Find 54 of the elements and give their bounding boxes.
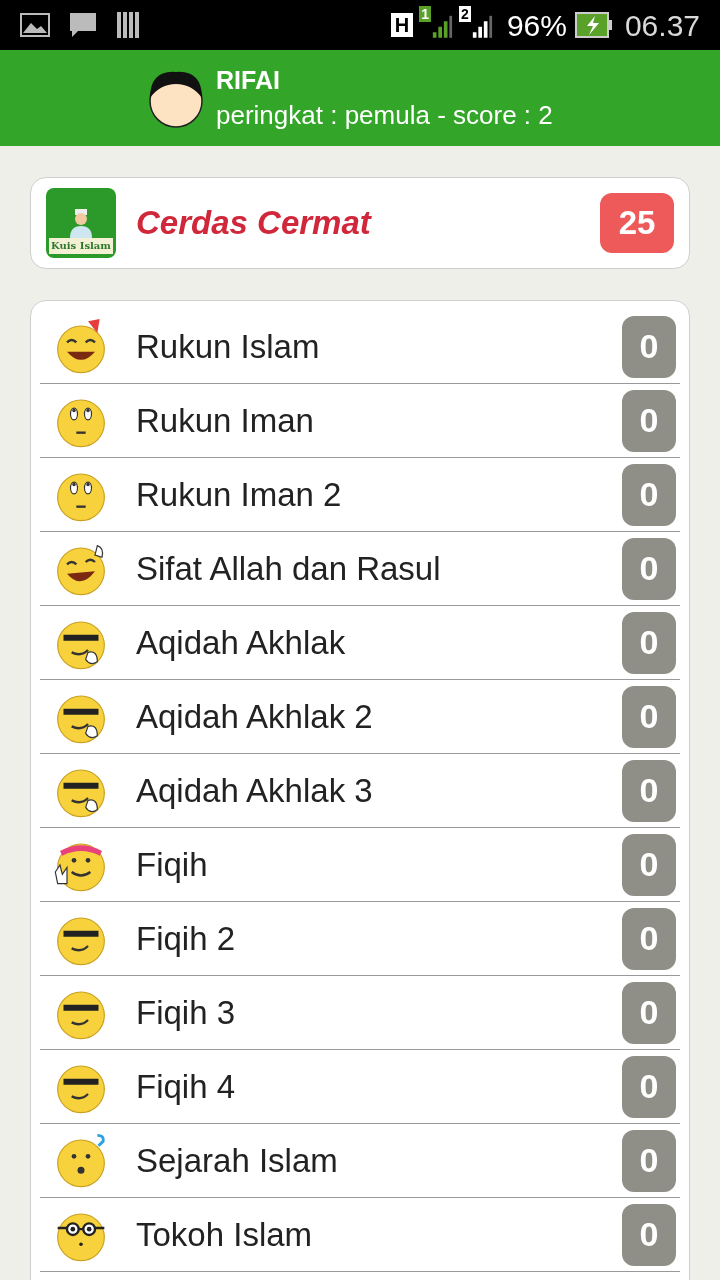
count-badge: 0 bbox=[622, 759, 676, 822]
network-type: H bbox=[390, 13, 414, 37]
category-card[interactable]: Kuis Islam Cerdas Cermat 25 bbox=[30, 177, 690, 269]
user-name: RIFAI bbox=[216, 65, 281, 96]
topic-label: Fiqih 4 bbox=[136, 1066, 237, 1107]
topic-label: Rukun Iman bbox=[136, 400, 315, 441]
topic-item[interactable]: Tokoh Islam 0 bbox=[40, 1198, 680, 1272]
topic-item[interactable]: Aqidah Akhlak 0 bbox=[40, 606, 680, 680]
count-badge: 0 bbox=[622, 389, 676, 452]
battery-charging-icon bbox=[574, 12, 613, 38]
topic-label: Sifat Allah dan Rasul bbox=[136, 548, 442, 589]
topic-item[interactable]: Sejarah Islam 0 bbox=[40, 1124, 680, 1198]
count-badge: 0 bbox=[622, 315, 676, 378]
topic-label: Fiqih 3 bbox=[136, 992, 237, 1033]
topic-item[interactable]: Aqidah Akhlak 2 0 bbox=[40, 680, 680, 754]
count-badge: 0 bbox=[622, 611, 676, 674]
clock: 06.37 bbox=[624, 7, 700, 44]
count-badge: 0 bbox=[622, 537, 676, 600]
topic-item[interactable]: Rukun Iman 0 bbox=[40, 384, 680, 458]
count-badge: 0 bbox=[622, 463, 676, 526]
count-badge: 0 bbox=[622, 1055, 676, 1118]
battery-percent: 96% bbox=[506, 7, 567, 44]
count-badge: 0 bbox=[622, 685, 676, 748]
logo-text: Kuis Islam bbox=[49, 238, 113, 254]
sim-label: 2 bbox=[459, 6, 471, 22]
bars-icon bbox=[116, 11, 142, 39]
chat-icon bbox=[68, 11, 98, 39]
user-rank: peringkat : pemula - score : 2 bbox=[216, 99, 553, 132]
topic-label: Aqidah Akhlak 3 bbox=[136, 770, 374, 811]
topic-item[interactable]: Aqidah Akhlak 3 0 bbox=[40, 754, 680, 828]
topic-item[interactable]: Rukun Iman 2 0 bbox=[40, 458, 680, 532]
topic-item[interactable]: Rukun Islam 0 bbox=[40, 310, 680, 384]
category-title: Cerdas Cermat bbox=[136, 203, 373, 244]
count-badge: 0 bbox=[622, 907, 676, 970]
topic-label: Fiqih 2 bbox=[136, 918, 237, 959]
topic-item[interactable]: Fiqih 4 0 bbox=[40, 1050, 680, 1124]
count-badge: 0 bbox=[622, 1203, 676, 1266]
count-badge: 25 bbox=[600, 193, 674, 253]
topic-item[interactable]: Sifat Allah dan Rasul 0 bbox=[40, 532, 680, 606]
topic-label: Tokoh Islam bbox=[136, 1214, 314, 1255]
topic-label: Aqidah Akhlak 2 bbox=[136, 696, 374, 737]
topic-label: Aqidah Akhlak bbox=[136, 622, 347, 663]
count-badge: 0 bbox=[622, 1129, 676, 1192]
topic-label: Rukun Iman 2 bbox=[136, 474, 343, 515]
topic-item[interactable]: Fiqih 3 0 bbox=[40, 976, 680, 1050]
count-badge: 0 bbox=[622, 833, 676, 896]
topic-label: Fiqih bbox=[136, 844, 209, 885]
topic-label: Sejarah Islam bbox=[136, 1140, 339, 1181]
topic-item[interactable]: Fiqih 2 0 bbox=[40, 902, 680, 976]
image-icon bbox=[20, 13, 50, 37]
count-badge: 0 bbox=[622, 981, 676, 1044]
topic-item[interactable]: Fiqih 0 bbox=[40, 828, 680, 902]
sim-label: 1 bbox=[419, 6, 432, 22]
topic-label: Rukun Islam bbox=[136, 326, 321, 367]
